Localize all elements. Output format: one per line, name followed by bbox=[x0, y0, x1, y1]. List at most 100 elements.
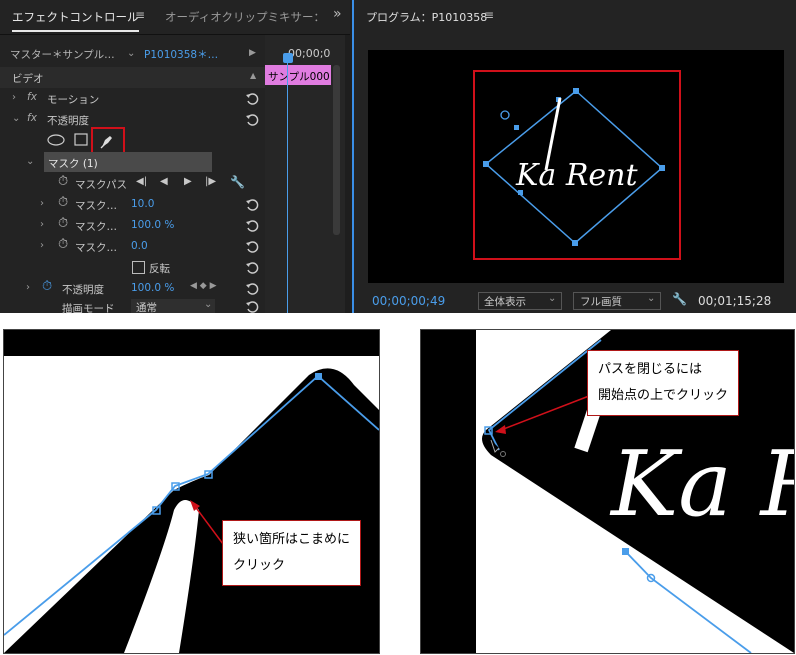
opacity-property-label: 不透明度 bbox=[62, 284, 104, 296]
viewer-canvas[interactable]: Ka Rent bbox=[368, 50, 784, 283]
track-backward-selected-icon[interactable]: ◀| bbox=[136, 176, 147, 187]
track-backward-icon[interactable]: ◀ bbox=[160, 176, 168, 187]
stopwatch-icon[interactable]: ⏱ bbox=[58, 216, 68, 231]
stopwatch-icon[interactable]: ⏱ bbox=[58, 195, 68, 210]
callout-right-line2: 開始点の上でクリック bbox=[598, 388, 729, 403]
opacity-effect-label: 不透明度 bbox=[47, 115, 89, 127]
panel-menu-icon[interactable]: ≡ bbox=[484, 8, 494, 22]
effect-controls-panel: マスター＊サンプル… ⌄ P1010358＊… ▶ ビデオ ▲ › fx モーシ… bbox=[0, 35, 265, 315]
track-forward-icon[interactable]: ▶ bbox=[184, 176, 192, 187]
ellipse-mask-icon[interactable] bbox=[46, 134, 66, 146]
effect-timeline: 00;00;0 サンプル000 bbox=[265, 35, 345, 313]
tab-audio-clip-mixer[interactable]: オーディオクリップミキサー： bbox=[165, 9, 325, 25]
mask-path-label: マスクパス bbox=[75, 179, 127, 191]
motion-row[interactable]: › fx モーション bbox=[0, 88, 265, 109]
stopwatch-icon[interactable]: ⏱ bbox=[58, 174, 68, 189]
rectangle-mask-icon[interactable] bbox=[74, 133, 88, 146]
zoom-detail-right: Ka Rent パスを閉じるには 開始点の上でクリック bbox=[420, 329, 795, 654]
panel-overflow-icon[interactable]: » bbox=[333, 6, 342, 22]
invert-row: 反転 bbox=[0, 257, 265, 278]
expanded-chevron-icon[interactable]: ⌄ bbox=[12, 113, 20, 124]
tab-effect-controls[interactable]: エフェクトコントロール bbox=[12, 9, 139, 32]
scrollbar[interactable] bbox=[333, 65, 340, 235]
panel-menu-icon[interactable]: ≡ bbox=[135, 8, 145, 22]
invert-label: 反転 bbox=[149, 263, 170, 275]
opacity-effect-row[interactable]: ⌄ fx 不透明度 bbox=[0, 109, 265, 130]
blend-mode-value: 通常 bbox=[136, 302, 157, 314]
expand-icon[interactable]: › bbox=[26, 282, 30, 293]
clip-selector[interactable]: P1010358＊… bbox=[144, 47, 218, 62]
premiere-screenshot: エフェクトコントロール ≡ オーディオクリップミキサー： » マスター＊サンプル… bbox=[0, 0, 796, 315]
duration-timecode: 00;01;15;28 bbox=[698, 294, 772, 308]
expand-icon[interactable]: › bbox=[40, 198, 44, 209]
playhead-icon[interactable] bbox=[283, 53, 293, 63]
expanded-chevron-icon[interactable]: ⌄ bbox=[26, 156, 34, 167]
pen-mask-icon[interactable] bbox=[99, 133, 115, 149]
wrench-icon[interactable]: 🔧 bbox=[672, 292, 687, 306]
playhead-timecode[interactable]: 00;00;00;49 bbox=[372, 294, 445, 308]
stopwatch-active-icon[interactable]: ⏱ bbox=[42, 279, 52, 294]
zoom-detail-left: 狭い箇所はこまめに クリック bbox=[3, 329, 380, 654]
clip-bar-label: サンプル000 bbox=[268, 71, 330, 83]
program-viewer: Ka Rent bbox=[368, 50, 784, 283]
zoom-value: 全体表示 bbox=[484, 296, 526, 308]
reset-icon[interactable] bbox=[245, 219, 259, 233]
callout-left-line2: クリック bbox=[233, 558, 286, 573]
chevron-down-icon[interactable]: ⌄ bbox=[548, 293, 556, 304]
playhead-line bbox=[287, 63, 288, 313]
reset-icon[interactable] bbox=[245, 282, 259, 296]
reset-icon[interactable] bbox=[245, 261, 259, 275]
chevron-down-icon[interactable]: ⌄ bbox=[647, 293, 655, 304]
chevron-down-icon[interactable]: ⌄ bbox=[204, 299, 212, 310]
program-monitor: プログラム：P1010358 ≡ Ka Rent 00;00;00;49 全体表… bbox=[352, 0, 796, 313]
mask-feather-row: › ⏱ マスク… 10.0 bbox=[0, 194, 265, 215]
mask-label: マスク (1) bbox=[48, 158, 98, 170]
callout-right-line1: パスを閉じるには bbox=[598, 362, 703, 377]
invert-checkbox[interactable] bbox=[132, 261, 145, 274]
motion-label: モーション bbox=[47, 94, 100, 106]
mask-tools-row bbox=[0, 127, 265, 157]
timeline-timecode: 00;00;0 bbox=[288, 47, 331, 60]
mask-feather-label: マスク… bbox=[75, 200, 117, 212]
mask-opacity-value[interactable]: 100.0 % bbox=[131, 219, 174, 231]
master-clip-label: マスター＊サンプル… bbox=[10, 49, 115, 61]
blend-mode-row: 描画モード 通常 ⌄ bbox=[0, 298, 265, 319]
fx-icon: fx bbox=[27, 112, 37, 124]
mask-path-row: ⏱ マスクパス ◀| ◀ ▶ |▶ 🔧 bbox=[0, 173, 265, 194]
mask-feather-value[interactable]: 10.0 bbox=[131, 198, 154, 210]
collapse-up-icon[interactable]: ▲ bbox=[250, 71, 256, 80]
wrench-icon[interactable]: 🔧 bbox=[230, 175, 245, 189]
expand-icon[interactable]: › bbox=[12, 92, 16, 103]
program-title: プログラム：P1010358 bbox=[366, 11, 488, 24]
expand-icon[interactable]: › bbox=[40, 219, 44, 230]
stopwatch-icon[interactable]: ⏱ bbox=[58, 237, 68, 252]
callout-left: 狭い箇所はこまめに クリック bbox=[222, 520, 362, 586]
video-label: ビデオ bbox=[12, 73, 44, 85]
opacity-property-value[interactable]: 100.0 % bbox=[131, 282, 174, 294]
mask-row[interactable]: ⌄ マスク (1) bbox=[0, 152, 265, 173]
zoom-logo-text: Ka Rent bbox=[609, 432, 794, 537]
track-forward-selected-icon[interactable]: |▶ bbox=[205, 176, 216, 187]
quality-value: フル画質 bbox=[580, 296, 622, 308]
keyframe-nav-icon[interactable]: ◀ ◆ ▶ bbox=[190, 281, 217, 291]
reset-icon[interactable] bbox=[245, 113, 259, 127]
blend-mode-label: 描画モード bbox=[62, 303, 115, 315]
mask-expansion-label: マスク… bbox=[75, 242, 117, 254]
play-arrow-icon[interactable]: ▶ bbox=[249, 48, 256, 58]
mask-expansion-row: › ⏱ マスク… 0.0 bbox=[0, 236, 265, 257]
zoom-left-canvas bbox=[4, 330, 379, 653]
fx-icon: fx bbox=[27, 91, 37, 103]
mask-opacity-row: › ⏱ マスク… 100.0 % bbox=[0, 215, 265, 236]
viewer-logo-text: Ka Rent bbox=[515, 158, 638, 193]
reset-icon[interactable] bbox=[245, 300, 259, 314]
mask-expansion-value[interactable]: 0.0 bbox=[131, 240, 148, 252]
reset-icon[interactable] bbox=[245, 92, 259, 106]
reset-icon[interactable] bbox=[245, 198, 259, 212]
video-header: ビデオ ▲ bbox=[0, 67, 265, 88]
chevron-down-icon[interactable]: ⌄ bbox=[127, 48, 135, 59]
master-row: マスター＊サンプル… ⌄ P1010358＊… ▶ bbox=[0, 44, 265, 65]
callout-right: パスを閉じるには 開始点の上でクリック bbox=[587, 350, 740, 416]
expand-icon[interactable]: › bbox=[40, 240, 44, 251]
reset-icon[interactable] bbox=[245, 240, 259, 254]
mask-opacity-label: マスク… bbox=[75, 221, 117, 233]
